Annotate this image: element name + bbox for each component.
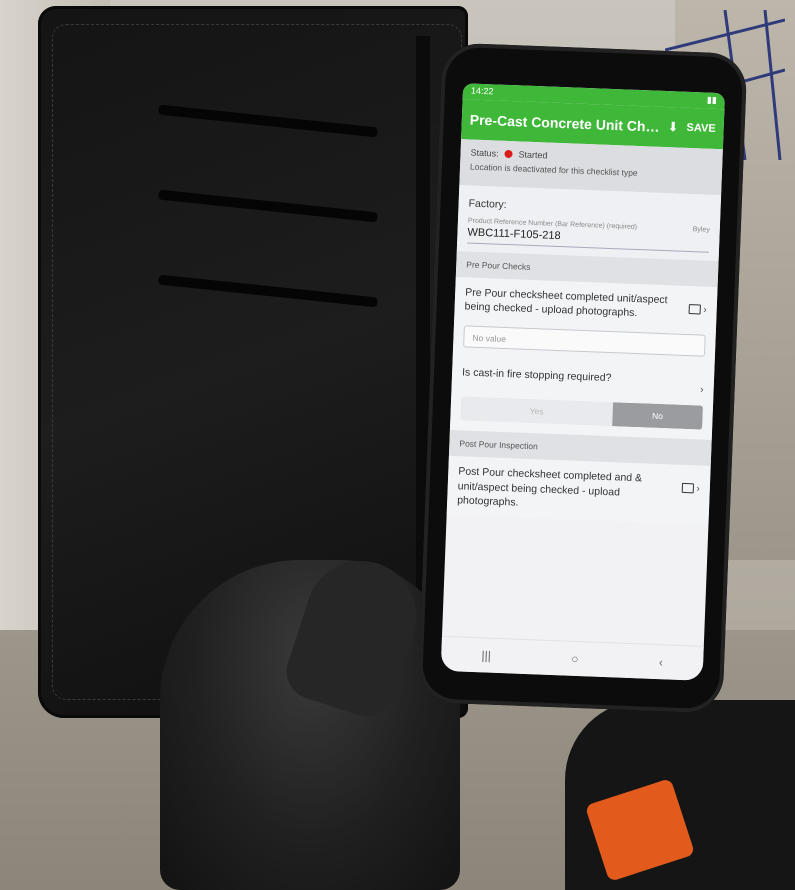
smartphone: 14:22 ▮▮ Pre-Cast Concrete Unit Check...… bbox=[417, 42, 748, 714]
answer-field[interactable]: No value bbox=[463, 325, 706, 358]
status-value: Started bbox=[518, 149, 548, 161]
ref-side-value: Byley bbox=[692, 226, 710, 234]
question-text: Is cast-in fire stopping required? bbox=[461, 366, 612, 385]
image-icon[interactable] bbox=[681, 483, 694, 494]
question-post-pour-photos[interactable]: Post Pour checksheet completed and & uni… bbox=[446, 456, 711, 525]
question-text: Post Pour checksheet completed and & uni… bbox=[456, 465, 643, 509]
image-icon[interactable] bbox=[688, 304, 701, 315]
yes-option[interactable]: Yes bbox=[460, 396, 614, 427]
factory-label: Factory: bbox=[468, 197, 507, 211]
recent-apps-icon[interactable]: ||| bbox=[481, 648, 491, 662]
chevron-right-icon[interactable]: › bbox=[700, 385, 704, 396]
chevron-right-icon[interactable]: › bbox=[703, 305, 707, 316]
status-label: Status: bbox=[470, 147, 499, 159]
chevron-right-icon[interactable]: › bbox=[696, 484, 700, 495]
back-icon[interactable]: ‹ bbox=[659, 655, 664, 669]
no-option[interactable]: No bbox=[612, 402, 704, 430]
save-button[interactable]: SAVE bbox=[686, 122, 716, 135]
yes-no-toggle[interactable]: Yes No bbox=[460, 396, 704, 430]
question-text: Pre Pour checksheet completed unit/aspec… bbox=[464, 286, 668, 320]
download-icon[interactable]: ⬇ bbox=[667, 119, 678, 135]
reference-block: Factory: Product Reference Number (Bar R… bbox=[456, 185, 722, 262]
clock: 14:22 bbox=[470, 85, 494, 97]
jacket bbox=[565, 700, 795, 890]
android-nav-bar: ||| ○ ‹ bbox=[440, 635, 704, 681]
phone-screen: 14:22 ▮▮ Pre-Cast Concrete Unit Check...… bbox=[440, 83, 726, 681]
signal-icon: ▮▮ bbox=[706, 94, 717, 105]
app-title: Pre-Cast Concrete Unit Check... bbox=[469, 111, 660, 135]
home-icon[interactable]: ○ bbox=[571, 652, 579, 666]
status-dot-icon bbox=[504, 149, 513, 159]
